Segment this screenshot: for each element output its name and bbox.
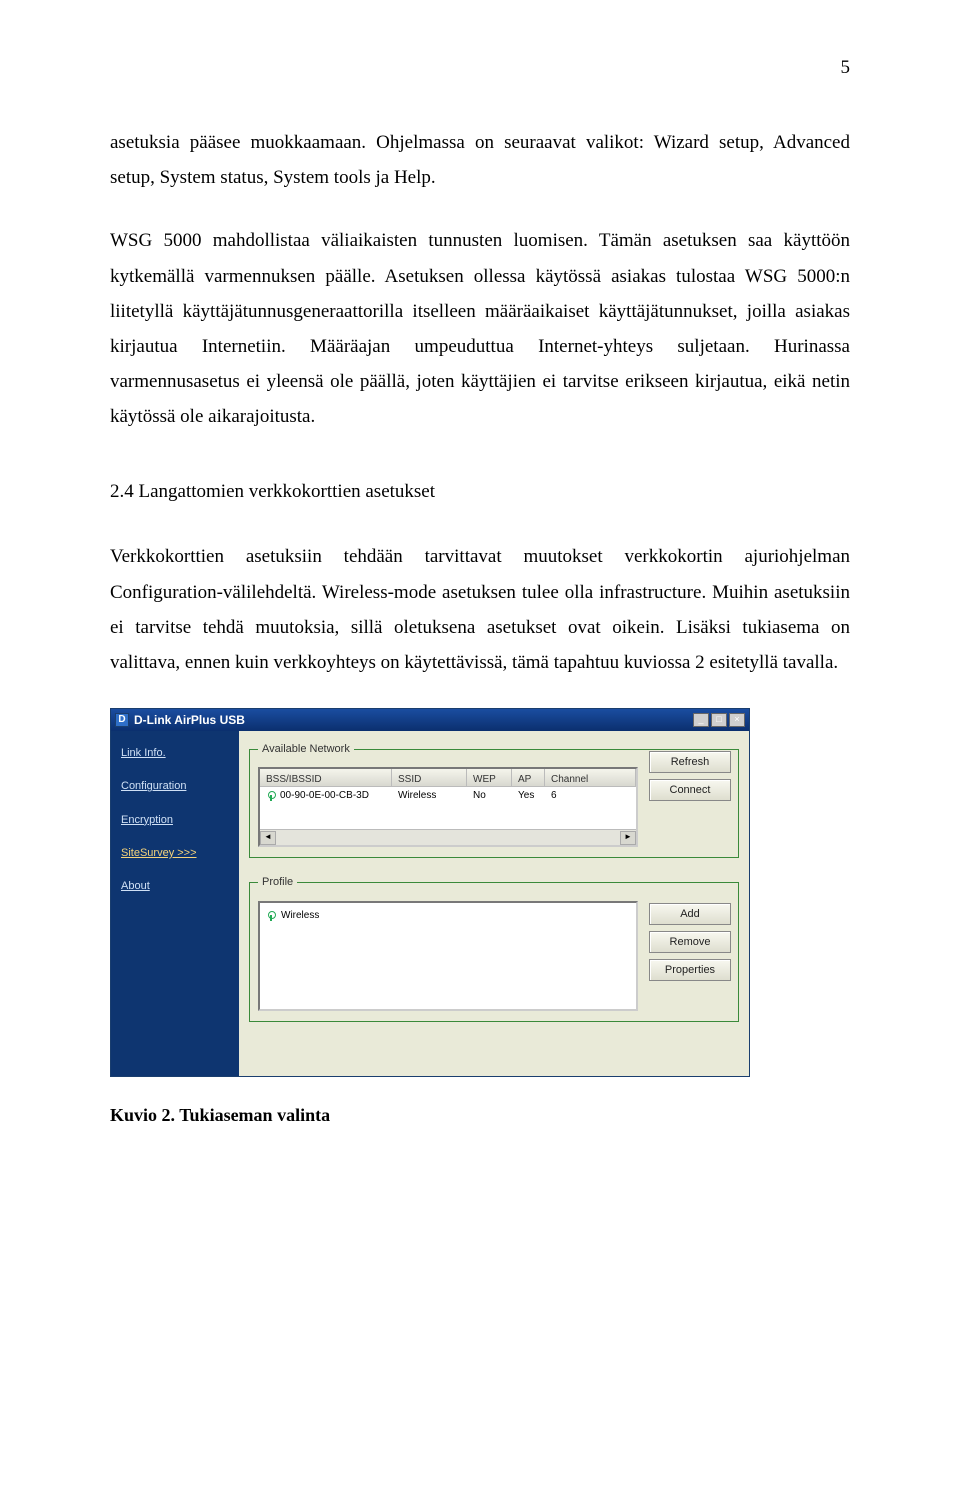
cell-channel: 6 <box>545 786 636 807</box>
available-network-legend: Available Network <box>258 739 354 759</box>
properties-button[interactable]: Properties <box>649 959 731 981</box>
close-button[interactable]: × <box>729 713 745 727</box>
available-buttons: Refresh Connect <box>649 751 731 801</box>
col-bss[interactable]: BSS/IBSSID <box>260 769 392 786</box>
app-window: D D-Link AirPlus USB _ □ × Link Info. Co… <box>110 708 750 1077</box>
cell-wep: No <box>467 786 512 807</box>
profile-row[interactable]: Wireless <box>266 907 630 926</box>
network-row[interactable]: 00-90-0E-00-CB-3D Wireless No Yes 6 <box>260 787 636 805</box>
scroll-right-icon[interactable]: ► <box>620 831 636 845</box>
page-number: 5 <box>110 50 850 85</box>
app-body: Link Info. Configuration Encryption Site… <box>111 731 749 1076</box>
sidebar-item-encryption[interactable]: Encryption <box>121 810 229 830</box>
titlebar[interactable]: D D-Link AirPlus USB _ □ × <box>111 709 749 731</box>
window-title: D-Link AirPlus USB <box>134 709 245 731</box>
sidebar-item-sitesurvey[interactable]: SiteSurvey >>> <box>121 843 229 863</box>
body-paragraph-2: WSG 5000 mahdollistaa väliaikaisten tunn… <box>110 223 850 434</box>
profile-list[interactable]: Wireless <box>258 901 638 1011</box>
profile-legend: Profile <box>258 872 297 892</box>
cell-ap: Yes <box>512 786 545 807</box>
col-wep[interactable]: WEP <box>467 769 512 786</box>
app-icon: D <box>115 713 129 727</box>
body-paragraph-1: asetuksia pääsee muokkaamaan. Ohjelmassa… <box>110 125 850 195</box>
body-paragraph-3: Verkkokorttien asetuksiin tehdään tarvit… <box>110 539 850 680</box>
section-heading: 2.4 Langattomien verkkokorttien asetukse… <box>110 474 850 509</box>
profile-buttons: Add Remove Properties <box>649 903 731 981</box>
sidebar: Link Info. Configuration Encryption Site… <box>111 731 239 1076</box>
main-panel: Available Network BSS/IBSSID SSID WEP AP… <box>239 731 749 1076</box>
minimize-button[interactable]: _ <box>693 713 709 727</box>
sidebar-item-link-info[interactable]: Link Info. <box>121 743 229 763</box>
col-channel[interactable]: Channel <box>545 769 636 786</box>
connect-button[interactable]: Connect <box>649 779 731 801</box>
grid-scrollbar[interactable]: ◄ ► <box>260 829 636 845</box>
cell-bss: 00-90-0E-00-CB-3D <box>280 787 369 806</box>
maximize-button[interactable]: □ <box>711 713 727 727</box>
refresh-button[interactable]: Refresh <box>649 751 731 773</box>
add-button[interactable]: Add <box>649 903 731 925</box>
antenna-icon <box>266 911 276 921</box>
remove-button[interactable]: Remove <box>649 931 731 953</box>
figure-caption: Kuvio 2. Tukiaseman valinta <box>110 1099 850 1132</box>
cell-ssid: Wireless <box>392 786 467 807</box>
profile-row-label: Wireless <box>281 907 319 926</box>
col-ap[interactable]: AP <box>512 769 545 786</box>
col-ssid[interactable]: SSID <box>392 769 467 786</box>
sidebar-item-configuration[interactable]: Configuration <box>121 776 229 796</box>
antenna-icon <box>266 791 276 801</box>
scroll-left-icon[interactable]: ◄ <box>260 831 276 845</box>
grid-header: BSS/IBSSID SSID WEP AP Channel <box>260 769 636 787</box>
network-grid[interactable]: BSS/IBSSID SSID WEP AP Channel 00-90-0E-… <box>258 767 638 847</box>
sidebar-item-about[interactable]: About <box>121 876 229 896</box>
